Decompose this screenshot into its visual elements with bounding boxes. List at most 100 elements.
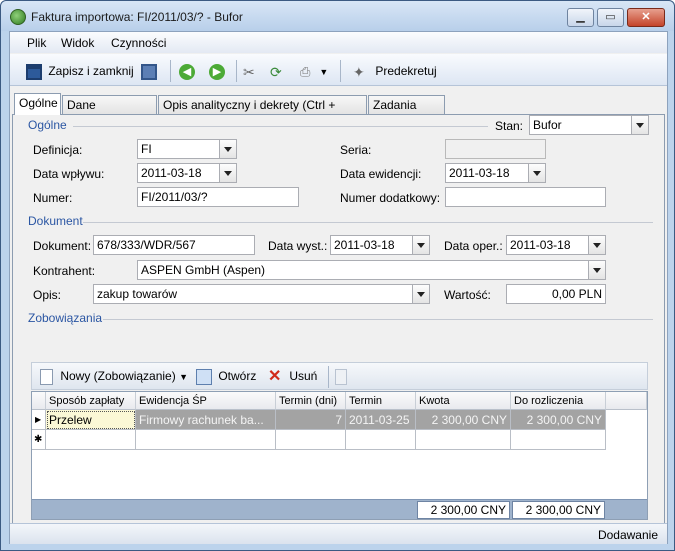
minimize-button[interactable]: ▁ (567, 8, 594, 27)
chevron-down-icon: ▼ (179, 372, 188, 382)
obligations-grid: Sposób zapłaty Ewidencja ŚP Termin (dni)… (31, 391, 648, 520)
chevron-down-icon[interactable] (588, 236, 605, 254)
value-label: Wartość: (444, 288, 491, 302)
chevron-down-icon[interactable] (528, 164, 545, 182)
print-button[interactable]: ⎙ ▼ (300, 61, 328, 81)
tab-contractor-data[interactable]: Dane kontrahenta (62, 95, 157, 130)
edit-icon (335, 368, 347, 385)
new-row-cell[interactable] (346, 430, 416, 450)
arrow-left-icon: ◀ (179, 63, 195, 80)
tab-crm-tasks[interactable]: Zadania CRM (368, 95, 445, 130)
save-as-icon (141, 63, 157, 80)
operation-date-picker[interactable]: 2011-03-18 (506, 235, 606, 255)
cell-due-date[interactable]: 2011-03-25 (346, 410, 416, 430)
cell-payment[interactable]: Przelew (46, 410, 136, 430)
total-to-settle: 2 300,00 CNY (512, 501, 605, 519)
row-header-corner (32, 392, 46, 410)
next-button[interactable]: ▶ (209, 61, 225, 81)
document-number-input[interactable]: 678/333/WDR/567 (93, 235, 255, 255)
chevron-down-icon[interactable] (631, 116, 648, 134)
toolbar-separator (170, 60, 171, 82)
number-input[interactable]: FI/2011/03/? (137, 187, 299, 207)
maximize-button[interactable]: ▭ (597, 8, 624, 27)
record-date-picker[interactable]: 2011-03-18 (445, 163, 546, 183)
chevron-down-icon[interactable] (412, 236, 429, 254)
wand-icon: ✦ (353, 63, 365, 80)
open-button[interactable]: Otwórz (196, 366, 256, 386)
record-date-value: 2011-03-18 (449, 166, 510, 180)
operation-date-value: 2011-03-18 (510, 238, 571, 252)
cell-register[interactable]: Firmowy rachunek ba... (136, 410, 276, 430)
contractor-select[interactable]: ASPEN GmbH (Aspen) (137, 260, 606, 280)
description-select[interactable]: zakup towarów (93, 284, 430, 304)
number-label: Numer: (33, 191, 73, 205)
open-label: Otwórz (218, 369, 257, 383)
tab-general[interactable]: Ogólne (14, 93, 61, 115)
tab-panel-general: Ogólne Stan: Bufor Definicja: FI Seria: … (12, 114, 665, 526)
column-header[interactable]: Kwota (416, 392, 511, 410)
chevron-down-icon[interactable] (219, 164, 236, 182)
column-header[interactable]: Ewidencja ŚP (136, 392, 276, 410)
menu-file[interactable]: Plik (27, 36, 46, 50)
new-obligation-label: Nowy (Zobowiązanie) (60, 369, 176, 383)
arrow-right-icon: ▶ (209, 63, 225, 80)
column-header[interactable]: Do rozliczenia (511, 392, 606, 410)
total-amount: 2 300,00 CNY (417, 501, 510, 519)
chevron-down-icon: ▼ (319, 67, 329, 77)
status-select[interactable]: Bufor (529, 115, 649, 135)
definition-label: Definicja: (33, 143, 83, 157)
tools-button[interactable]: ✂ (243, 61, 259, 81)
document-label: Dokument: (33, 239, 92, 253)
open-icon (196, 368, 212, 385)
new-row-cell[interactable] (276, 430, 346, 450)
cell-days[interactable]: 7 (276, 410, 346, 430)
save-close-button[interactable]: Zapisz i zamknij (26, 61, 134, 81)
column-header[interactable]: Termin (dni) (276, 392, 346, 410)
issue-date-picker[interactable]: 2011-03-18 (330, 235, 430, 255)
refresh-button[interactable]: ⟳ (270, 61, 286, 81)
title-bar: Faktura importowa: FI/2011/03/? - Bufor … (1, 1, 674, 31)
column-header[interactable]: Sposób zapłaty (46, 392, 136, 410)
toolbar-separator (236, 60, 237, 82)
group-divider (103, 319, 653, 320)
menu-view[interactable]: Widok (61, 36, 94, 50)
extra-number-input[interactable] (445, 187, 606, 207)
chevron-down-icon[interactable] (412, 285, 429, 303)
receipt-date-picker[interactable]: 2011-03-18 (137, 163, 237, 183)
column-header[interactable]: Termin (346, 392, 416, 410)
chevron-down-icon[interactable] (588, 261, 605, 279)
tab-strip: Ogólne Dane kontrahenta Opis analityczny… (10, 93, 667, 130)
previous-button[interactable]: ◀ (179, 61, 195, 81)
group-general-title: Ogólne (28, 118, 67, 132)
delete-label: Usuń (289, 369, 318, 383)
chevron-down-icon[interactable] (219, 140, 236, 158)
predecree-button[interactable]: ✦ Predekretuj (353, 61, 437, 81)
mode-status: Dodawanie (597, 528, 658, 542)
description-label: Opis: (33, 288, 62, 302)
menu-actions[interactable]: Czynności (111, 36, 166, 50)
window-title: Faktura importowa: FI/2011/03/? - Bufor (31, 10, 243, 24)
contractor-value: ASPEN GmbH (Aspen) (141, 263, 266, 277)
cell-to-settle[interactable]: 2 300,00 CNY (511, 410, 606, 430)
new-row-cell[interactable] (511, 430, 606, 450)
new-row-cell[interactable] (46, 430, 136, 450)
row-pointer-icon: ▶ (32, 410, 46, 430)
series-label: Seria: (340, 143, 372, 157)
save-button[interactable] (141, 61, 157, 81)
new-row-icon: ✱ (32, 430, 46, 450)
status-value: Bufor (533, 118, 562, 132)
value-field[interactable]: 0,00 PLN (506, 284, 606, 304)
receipt-date-value: 2011-03-18 (141, 166, 202, 180)
close-button[interactable]: ✕ (627, 8, 665, 27)
cell-amount[interactable]: 2 300,00 CNY (416, 410, 511, 430)
new-row-cell[interactable] (136, 430, 276, 450)
save-close-label: Zapisz i zamknij (48, 64, 134, 78)
tab-analytical-description[interactable]: Opis analityczny i dekrety (Ctrl + Shift… (158, 95, 367, 130)
delete-button[interactable]: ✕ Usuń (268, 366, 317, 386)
status-label: Stan: (495, 119, 524, 133)
edit-button[interactable] (335, 366, 347, 386)
group-document-title: Dokument (28, 214, 83, 228)
new-row-cell[interactable] (416, 430, 511, 450)
definition-select[interactable]: FI (137, 139, 237, 159)
new-obligation-button[interactable]: Nowy (Zobowiązanie) ▼ (40, 366, 188, 386)
